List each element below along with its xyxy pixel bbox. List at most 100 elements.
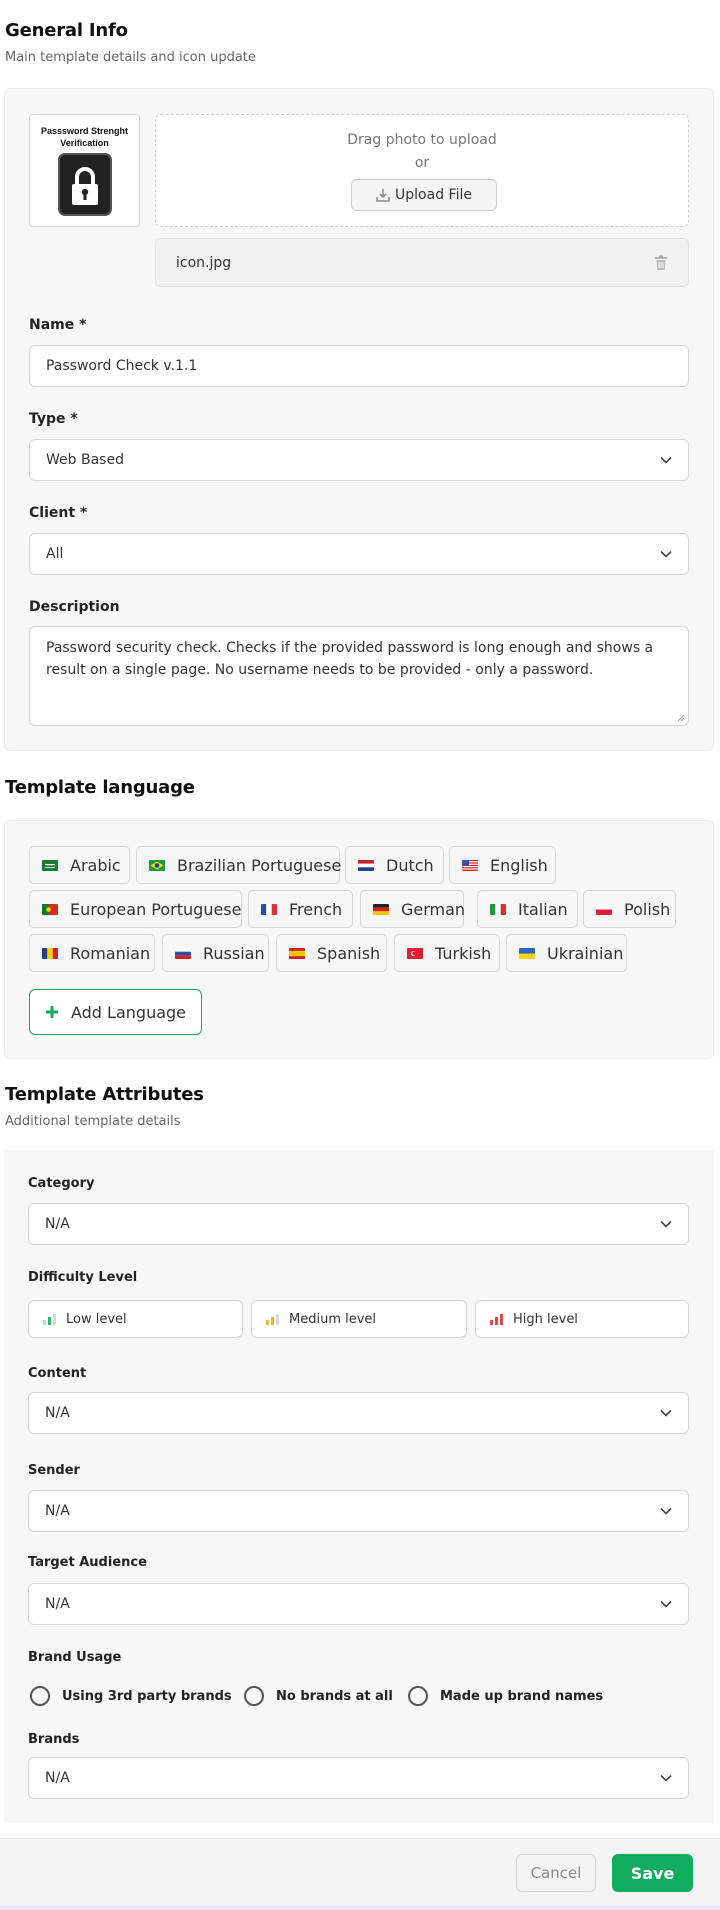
- chevron-down-icon: [660, 1600, 672, 1608]
- description-label: Description: [29, 599, 120, 615]
- flag-ru-icon: [175, 947, 191, 959]
- chevron-down-icon: [660, 1507, 672, 1515]
- language-chip-label: Dutch: [386, 855, 434, 875]
- add-language-label: Add Language: [70, 1002, 187, 1022]
- upload-file-button[interactable]: Upload File: [351, 179, 497, 211]
- target-audience-select[interactable]: N/A: [28, 1583, 689, 1625]
- language-chip[interactable]: Romanian: [29, 934, 155, 972]
- cancel-label: Cancel: [530, 1864, 582, 1882]
- difficulty-option[interactable]: Low level: [28, 1300, 243, 1338]
- thumbnail-caption: Passsword Strenght Verification: [40, 126, 129, 148]
- flag-ro-icon: [42, 947, 58, 959]
- language-chip[interactable]: English: [449, 846, 556, 884]
- category-select[interactable]: N/A: [28, 1203, 689, 1245]
- language-chip-label: Romanian: [70, 943, 151, 963]
- radio-circle-icon[interactable]: [244, 1686, 264, 1706]
- language-chip-label: German: [401, 899, 466, 919]
- cancel-button[interactable]: Cancel: [516, 1854, 596, 1892]
- flag-fr-icon: [261, 903, 277, 915]
- difficulty-option[interactable]: High level: [475, 1300, 689, 1338]
- radio-circle-icon[interactable]: [408, 1686, 428, 1706]
- flag-it-icon: [490, 903, 506, 915]
- language-chip[interactable]: Arabic: [29, 846, 130, 884]
- language-chip[interactable]: German: [360, 890, 466, 928]
- language-chip[interactable]: Polish: [583, 890, 676, 928]
- download-icon: [376, 189, 390, 202]
- brand-usage-radio[interactable]: No brands at all: [244, 1686, 393, 1706]
- name-value: Password Check v.1.1: [46, 358, 198, 374]
- target-audience-value: N/A: [45, 1596, 70, 1612]
- language-chip[interactable]: Italian: [477, 890, 578, 928]
- content-value: N/A: [45, 1405, 70, 1421]
- language-chip[interactable]: Russian: [162, 934, 269, 972]
- flag-tr-icon: [407, 947, 423, 959]
- difficulty-option-label: Low level: [66, 1311, 127, 1327]
- template-icon-thumbnail: Passsword Strenght Verification: [29, 114, 140, 227]
- brand-usage-option-label: Using 3rd party brands: [62, 1688, 232, 1704]
- sender-select[interactable]: N/A: [28, 1490, 689, 1532]
- type-value: Web Based: [46, 452, 124, 468]
- language-chip[interactable]: French: [248, 890, 353, 928]
- chevron-down-icon: [660, 1409, 672, 1417]
- language-chip-label: Russian: [203, 943, 265, 963]
- description-textarea[interactable]: Password security check. Checks if the p…: [29, 626, 689, 726]
- brands-value: N/A: [45, 1770, 70, 1786]
- brand-usage-radio[interactable]: Made up brand names: [408, 1686, 603, 1706]
- language-chip-label: Brazilian Portuguese: [177, 855, 342, 875]
- save-button[interactable]: Save: [612, 1854, 693, 1892]
- language-chip[interactable]: Ukrainian: [506, 934, 627, 972]
- language-chip[interactable]: Turkish: [394, 934, 500, 972]
- flag-us-icon: [462, 859, 478, 871]
- name-label: Name *: [29, 317, 87, 333]
- difficulty-option[interactable]: Medium level: [251, 1300, 467, 1338]
- chevron-down-icon: [660, 1774, 672, 1782]
- resize-handle-icon[interactable]: [676, 713, 685, 722]
- radio-circle-icon[interactable]: [30, 1686, 50, 1706]
- type-select[interactable]: Web Based: [29, 439, 689, 481]
- chevron-down-icon: [660, 550, 672, 558]
- lock-icon: [57, 153, 112, 216]
- sender-value: N/A: [45, 1503, 70, 1519]
- client-value: All: [46, 546, 64, 562]
- chevron-down-icon: [660, 456, 672, 464]
- language-chip[interactable]: Spanish: [276, 934, 387, 972]
- content-select[interactable]: N/A: [28, 1392, 689, 1434]
- brand-usage-option-label: No brands at all: [276, 1688, 393, 1704]
- language-chip[interactable]: Brazilian Portuguese: [136, 846, 342, 884]
- file-name: icon.jpg: [176, 254, 232, 271]
- flag-ua-icon: [519, 947, 535, 959]
- flag-nl-icon: [358, 859, 374, 871]
- name-input[interactable]: Password Check v.1.1: [29, 345, 689, 387]
- language-chip-label: French: [289, 899, 343, 919]
- brand-usage-label: Brand Usage: [28, 1650, 122, 1665]
- difficulty-option-label: High level: [513, 1311, 578, 1327]
- flag-sa-icon: [42, 859, 58, 871]
- brand-usage-option-label: Made up brand names: [440, 1688, 604, 1704]
- language-chip-label: Polish: [624, 899, 671, 919]
- or-text: or: [414, 155, 430, 171]
- add-language-button[interactable]: Add Language: [29, 989, 202, 1035]
- difficulty-option-label: Medium level: [289, 1311, 377, 1327]
- language-chip[interactable]: European Portuguese: [29, 890, 242, 928]
- general-info-title: General Info: [5, 20, 128, 41]
- signal-bars-icon: [490, 1313, 503, 1325]
- language-chip-label: Turkish: [435, 943, 492, 963]
- brands-select[interactable]: N/A: [28, 1757, 689, 1799]
- content-label: Content: [28, 1366, 87, 1381]
- plus-icon: [45, 1006, 58, 1018]
- upload-dropzone[interactable]: Drag photo to upload or Upload File: [155, 114, 689, 227]
- language-chip[interactable]: Dutch: [345, 846, 444, 884]
- language-chip-label: Arabic: [70, 855, 121, 875]
- flag-pt-icon: [42, 903, 58, 915]
- brand-usage-radio[interactable]: Using 3rd party brands: [30, 1686, 232, 1706]
- client-label: Client *: [29, 505, 88, 521]
- upload-file-label: Upload File: [395, 187, 472, 203]
- client-select[interactable]: All: [29, 533, 689, 575]
- language-chip-label: English: [490, 855, 548, 875]
- template-language-title: Template language: [5, 777, 195, 798]
- description-value: Password security check. Checks if the p…: [46, 640, 654, 678]
- trash-icon[interactable]: [654, 255, 668, 271]
- chevron-down-icon: [660, 1220, 672, 1228]
- flag-de-icon: [373, 903, 389, 915]
- category-label: Category: [28, 1176, 95, 1191]
